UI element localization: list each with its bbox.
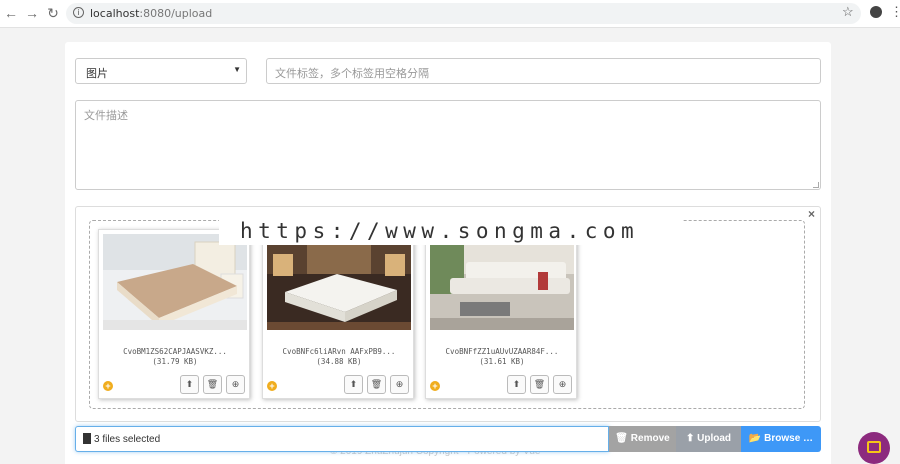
address-bar[interactable]: i localhost:8080/upload — [66, 3, 861, 24]
file-size: (31.61 KB) — [479, 357, 525, 366]
delete-file-icon[interactable]: 🗑 — [367, 375, 386, 394]
browse-button[interactable]: 📂 Browse … — [741, 426, 821, 452]
zoom-icon[interactable]: ⊕ — [226, 375, 245, 394]
file-type-value: 图片 — [86, 68, 108, 80]
info-icon[interactable]: i — [73, 7, 84, 18]
upload-file-icon[interactable]: ⬆ — [344, 375, 363, 394]
add-icon[interactable]: + — [267, 381, 277, 391]
profile-avatar-icon[interactable] — [870, 6, 882, 18]
file-icon — [83, 433, 91, 444]
file-name: CvoBM1ZS62CAPJAASVKZ... — [123, 347, 227, 356]
upload-file-icon[interactable]: ⬆ — [507, 375, 526, 394]
description-placeholder: 文件描述 — [84, 109, 128, 122]
file-name: CvoBNFc6liARvn AAFxPB9... — [282, 347, 396, 356]
file-size: (34.88 KB) — [316, 357, 362, 366]
file-card: CvoBNFfZZ1uAUvUZAAR84F... (31.61 KB) + ⬆… — [425, 229, 577, 399]
url-host: localhost — [90, 7, 140, 20]
add-icon[interactable]: + — [103, 381, 113, 391]
description-textarea[interactable]: 文件描述 — [75, 100, 821, 190]
zoom-icon[interactable]: ⊕ — [553, 375, 572, 394]
file-type-select[interactable]: 图片 ▼ — [75, 58, 247, 84]
add-icon[interactable]: + — [430, 381, 440, 391]
caret-down-icon: ▼ — [233, 65, 241, 74]
remove-button[interactable]: 🗑 Remove — [609, 426, 676, 452]
thumbnail-mattress — [103, 234, 247, 330]
menu-icon[interactable]: ⋮ — [890, 4, 900, 20]
file-size: (31.79 KB) — [152, 357, 198, 366]
bookmark-star-icon[interactable]: ☆ — [842, 4, 854, 20]
file-caption-text: 3 files selected — [94, 434, 161, 445]
zoom-icon[interactable]: ⊕ — [390, 375, 409, 394]
back-icon[interactable]: ← — [3, 5, 19, 21]
tags-input[interactable]: 文件标签，多个标签用空格分隔 — [266, 58, 821, 84]
file-caption: 3 files selected — [75, 426, 609, 452]
remove-label: Remove — [630, 433, 670, 444]
thumbnail-sofa — [430, 234, 574, 330]
upload-button[interactable]: ⬆ Upload — [676, 426, 741, 452]
upload-label: Upload — [697, 433, 732, 444]
url-path: :8080/upload — [139, 7, 213, 20]
url-text[interactable]: localhost:8080/upload — [90, 7, 212, 20]
swap-icon — [867, 441, 881, 453]
resize-handle-icon[interactable] — [813, 182, 819, 188]
file-card: CvoBNFc6liARvn AAFxPB9... (34.88 KB) + ⬆… — [262, 229, 414, 399]
reload-icon[interactable]: ↻ — [45, 5, 61, 21]
watermark-text: https://www.songma.com — [240, 219, 640, 243]
browser-toolbar: ← → ↻ i localhost:8080/upload ☆ ⋮ — [0, 0, 900, 28]
close-preview-icon[interactable]: × — [808, 207, 815, 221]
forward-icon[interactable]: → — [24, 5, 40, 21]
thumbnail-bed — [267, 234, 411, 330]
file-name: CvoBNFfZZ1uAUvUZAAR84F... — [445, 347, 559, 356]
upload-file-icon[interactable]: ⬆ — [180, 375, 199, 394]
floating-action-button[interactable] — [858, 432, 890, 464]
delete-file-icon[interactable]: 🗑 — [203, 375, 222, 394]
browse-label: Browse … — [764, 433, 814, 444]
file-card: CvoBM1ZS62CAPJAASVKZ... (31.79 KB) + ⬆ 🗑… — [98, 229, 250, 399]
delete-file-icon[interactable]: 🗑 — [530, 375, 549, 394]
